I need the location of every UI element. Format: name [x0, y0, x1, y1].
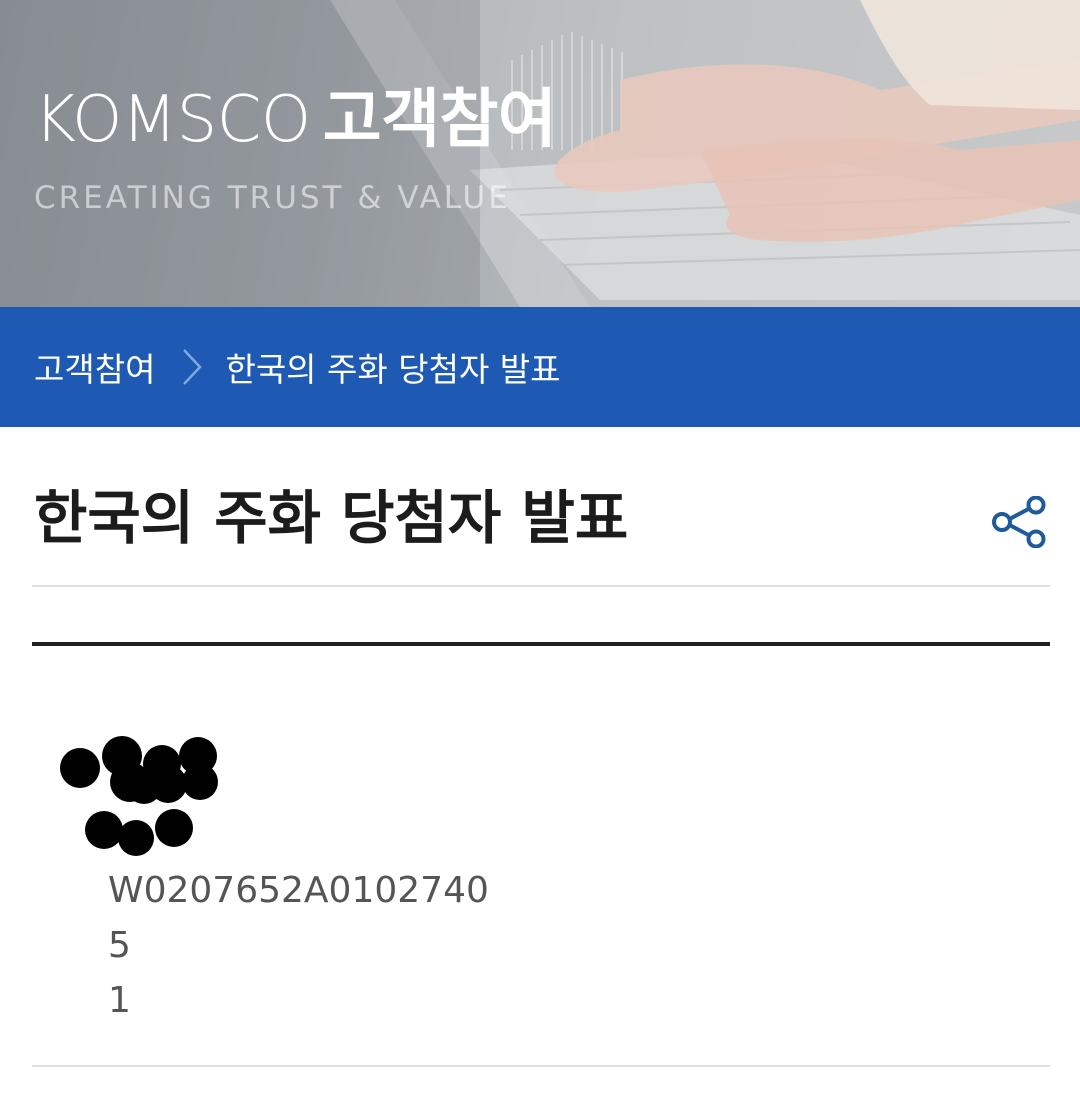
page-title: 한국의 주화 당첨자 발표 — [34, 484, 629, 552]
hero-heading: 고객참여 — [322, 83, 557, 157]
entry-value-2: 1 — [108, 980, 131, 1021]
chevron-right-icon — [181, 347, 203, 387]
share-button[interactable] — [988, 494, 1050, 550]
redaction-scribble — [60, 736, 218, 856]
title-divider — [32, 585, 1050, 587]
hero-subtitle: CREATING TRUST & VALUE — [34, 180, 511, 216]
share-icon — [992, 496, 1046, 548]
hero-title: KOMSCO 고객참여 — [34, 80, 557, 160]
content-top-border — [32, 642, 1050, 646]
breadcrumb-current[interactable]: 한국의 주화 당첨자 발표 — [225, 343, 560, 391]
hero-banner: KOMSCO 고객참여 CREATING TRUST & VALUE — [0, 0, 1080, 307]
hero-brand: KOMSCO — [34, 83, 311, 157]
entry-value-1: 5 — [108, 925, 131, 966]
entry-code: W0207652A0102740 — [108, 870, 489, 911]
entry-divider — [32, 1065, 1050, 1067]
breadcrumb: 고객참여 한국의 주화 당첨자 발표 — [0, 307, 1080, 427]
breadcrumb-parent[interactable]: 고객참여 — [34, 343, 155, 391]
